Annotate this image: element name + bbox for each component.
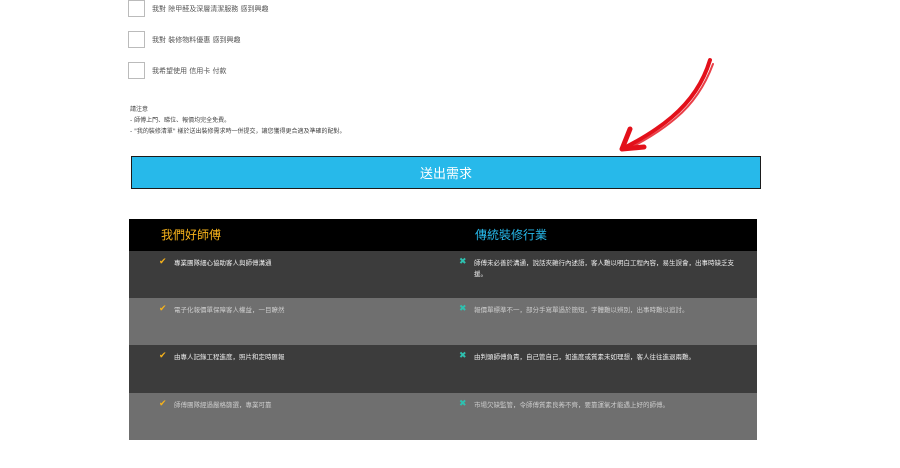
comparison-row: ✔ 電子化報價單保障客人權益，一目瞭然 ✖ 報價單標準不一，部分手寫單過於簡短，字體… — [129, 298, 757, 345]
comparison-row: ✔ 專業團隊細心協助客人與師傅溝通 ✖ 師傅未必善於溝通，說話夾雜行內述語，客人難以… — [129, 251, 757, 298]
deep-cleaning-checkbox[interactable] — [128, 0, 145, 17]
comparison-right-text: 市場欠缺監管，令師傅質素良莠不齊，要靠運氣才能遇上好的師傅。 — [474, 401, 669, 409]
comparison-right-text: 師傅未必善於溝通，說話夾雜行內述語，客人難以明白工程內容，易生誤會，出事時缺乏支… — [474, 259, 734, 278]
cross-icon: ✖ — [459, 351, 467, 361]
comparison-right-text: 由判頭師傅負責，自己管自己，如進度或質素未如理想，客人往往進退兩難。 — [474, 353, 695, 361]
materials-discount-label: 我對 裝修物料優惠 感到興趣 — [152, 35, 241, 44]
check-icon: ✔ — [159, 351, 167, 361]
traditional-industry-title: 傳統裝修行業 — [475, 228, 548, 242]
comparison-left-text: 專業團隊細心協助客人與師傅溝通 — [174, 259, 272, 267]
cross-icon: ✖ — [459, 257, 467, 267]
our-masters-title: 我們好師傅 — [161, 228, 222, 242]
comparison-left-text: 由專人記錄工程進度，照片和定時匯報 — [174, 353, 285, 361]
check-icon: ✔ — [159, 399, 167, 409]
option-materials-discount[interactable]: 我對 裝修物料優惠 感到興趣 — [128, 31, 240, 48]
check-icon: ✔ — [159, 257, 167, 267]
comparison-header: 我們好師傅 傳統裝修行業 — [129, 219, 757, 251]
check-icon: ✔ — [159, 304, 167, 314]
option-deep-cleaning[interactable]: 我對 除甲醛及深層清潔服務 感到興趣 — [128, 0, 268, 17]
cross-icon: ✖ — [459, 304, 467, 314]
red-arrow-icon — [619, 58, 714, 152]
cross-icon: ✖ — [459, 399, 467, 409]
notes-line: - "我的裝修清單" 樣於送出裝修需求時一併提交，讓您獲得更合適及準確的配對。 — [130, 128, 346, 135]
option-credit-card[interactable]: 我希望使用 信用卡 付款 — [128, 62, 226, 79]
deep-cleaning-label: 我對 除甲醛及深層清潔服務 感到興趣 — [152, 4, 269, 13]
comparison-left-text: 電子化報價單保障客人權益，一目瞭然 — [174, 306, 285, 314]
comparison-right-text: 報價單標準不一，部分手寫單過於簡短，字體難以辨別，出事時難以追討。 — [474, 306, 689, 314]
materials-discount-checkbox[interactable] — [128, 31, 145, 48]
credit-card-checkbox[interactable] — [128, 62, 145, 79]
notes-line: - 師傅上門、睇位、報價均完全免費。 — [130, 117, 231, 124]
notes-title: 請注意 — [130, 106, 149, 113]
credit-card-label: 我希望使用 信用卡 付款 — [152, 66, 227, 75]
comparison-left-text: 師傅團隊經過嚴格篩選，專業可靠 — [174, 401, 272, 409]
notes-section: 請注意 - 師傅上門、睇位、報價均完全免費。 - "我的裝修清單" 樣於送出裝修… — [130, 104, 346, 137]
comparison-row: ✔ 由專人記錄工程進度，照片和定時匯報 ✖ 由判頭師傅負責，自己管自己，如進度或質素… — [129, 345, 757, 393]
comparison-row: ✔ 師傅團隊經過嚴格篩選，專業可靠 ✖ 市場欠缺監管，令師傅質素良莠不齊，要靠運氣才… — [129, 393, 757, 440]
comparison-table: 我們好師傅 傳統裝修行業 ✔ 專業團隊細心協助客人與師傅溝通 ✖ 師傅未必善於溝通，… — [129, 219, 757, 440]
